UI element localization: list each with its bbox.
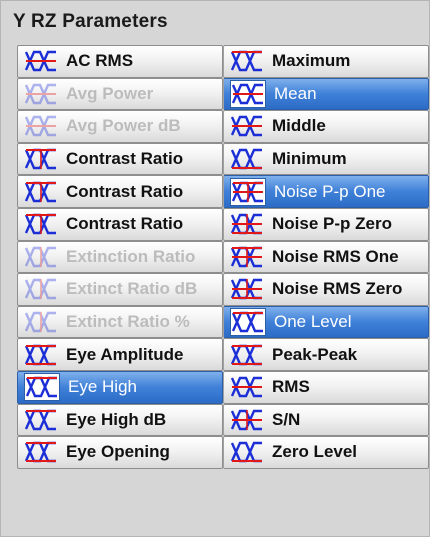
rms-icon — [230, 374, 264, 400]
parameter-button-middle[interactable]: Middle — [223, 110, 429, 143]
minimum-icon — [230, 146, 264, 172]
parameter-label: Eye Amplitude — [66, 344, 184, 364]
contrast-ratio-icon — [24, 146, 58, 172]
noise-rms-zero-icon — [230, 276, 264, 302]
panel-title: Y RZ Parameters — [13, 11, 168, 32]
extinct-ratio-db-icon — [24, 276, 58, 302]
parameter-button-maximum[interactable]: Maximum — [223, 45, 429, 78]
parameter-button-eye-high[interactable]: Eye High — [17, 370, 223, 404]
parameter-label: Zero Level — [272, 442, 358, 462]
contrast-ratio-icon — [24, 179, 58, 205]
avg-power-db-icon — [24, 113, 58, 139]
parameter-button-minimum[interactable]: Minimum — [223, 142, 429, 176]
parameter-button-extinct-ratio-db: Extinct Ratio dB — [17, 273, 223, 306]
parameter-label: Noise RMS Zero — [272, 279, 403, 299]
parameter-label: One Level — [274, 312, 352, 332]
parameter-button-eye-opening[interactable]: Eye Opening — [17, 436, 223, 469]
right-parameter-column: Maximum Mean Middle Minimum Noise P-p On… — [223, 45, 429, 469]
avg-power-icon — [24, 81, 58, 107]
parameter-button-contrast-ratio[interactable]: Contrast Ratio — [17, 142, 223, 176]
noise-pp-one-icon — [230, 177, 266, 206]
parameter-button-noise-rms-zero[interactable]: Noise RMS Zero — [223, 273, 429, 306]
parameter-label: RMS — [272, 377, 310, 397]
parameter-label: Middle — [272, 116, 326, 136]
parameter-button-mean[interactable]: Mean — [223, 77, 429, 111]
parameter-label: Eye High — [68, 377, 137, 397]
parameter-button-peak-peak[interactable]: Peak-Peak — [223, 338, 429, 371]
parameter-button-signal-to-noise[interactable]: S/N — [223, 403, 429, 437]
parameter-button-avg-power: Avg Power — [17, 77, 223, 111]
parameter-button-rms[interactable]: RMS — [223, 370, 429, 404]
parameter-button-extinct-ratio-percent: Extinct Ratio % — [17, 305, 223, 339]
parameter-button-eye-high-db[interactable]: Eye High dB — [17, 403, 223, 437]
parameter-label: Extinction Ratio — [66, 246, 196, 266]
parameter-label: Contrast Ratio — [66, 149, 184, 169]
parameter-button-extinction-ratio: Extinction Ratio — [17, 240, 223, 274]
zero-level-icon — [230, 439, 264, 465]
extinct-ratio-percent-icon — [24, 309, 58, 335]
parameter-button-eye-amplitude[interactable]: Eye Amplitude — [17, 338, 223, 371]
parameter-label: Eye Opening — [66, 442, 170, 462]
eye-high-icon — [24, 373, 60, 402]
eye-opening-icon — [24, 439, 58, 465]
noise-rms-one-icon — [230, 244, 264, 270]
parameter-button-contrast-ratio[interactable]: Contrast Ratio — [17, 207, 223, 241]
parameter-button-contrast-ratio[interactable]: Contrast Ratio — [17, 175, 223, 208]
parameter-label: Avg Power dB — [66, 116, 181, 136]
parameter-button-ac-rms[interactable]: AC RMS — [17, 45, 223, 78]
eye-amplitude-icon — [24, 342, 58, 368]
parameter-label: Eye High dB — [66, 409, 167, 429]
parameter-button-zero-level[interactable]: Zero Level — [223, 436, 429, 469]
parameter-label: Avg Power — [66, 83, 154, 103]
parameter-label: Extinct Ratio dB — [66, 279, 198, 299]
middle-icon — [230, 113, 264, 139]
y-rz-parameters-panel: Y RZ Parameters AC RMS Avg Power Avg Pow… — [0, 0, 430, 537]
parameter-label: Noise RMS One — [272, 246, 399, 266]
parameter-label: Mean — [274, 83, 317, 103]
parameter-label: Peak-Peak — [272, 344, 358, 364]
signal-to-noise-icon — [230, 407, 264, 433]
parameter-label: Extinct Ratio % — [66, 312, 190, 332]
parameter-label: Noise P-p Zero — [272, 214, 392, 234]
peak-peak-icon — [230, 342, 264, 368]
ac-rms-icon — [24, 48, 58, 74]
parameter-label: AC RMS — [66, 51, 134, 71]
parameter-button-one-level[interactable]: One Level — [223, 305, 429, 339]
one-level-icon — [230, 308, 266, 337]
maximum-icon — [230, 48, 264, 74]
extinction-ratio-icon — [24, 244, 58, 270]
parameter-label: Minimum — [272, 149, 347, 169]
parameter-button-noise-pp-zero[interactable]: Noise P-p Zero — [223, 207, 429, 241]
parameter-label: Noise P-p One — [274, 181, 386, 201]
parameter-button-avg-power-db: Avg Power dB — [17, 110, 223, 143]
parameter-label: S/N — [272, 409, 301, 429]
parameter-label: Contrast Ratio — [66, 181, 184, 201]
contrast-ratio-icon — [24, 211, 58, 237]
parameter-label: Contrast Ratio — [66, 214, 184, 234]
mean-icon — [230, 79, 266, 108]
parameter-button-noise-rms-one[interactable]: Noise RMS One — [223, 240, 429, 274]
eye-high-db-icon — [24, 407, 58, 433]
left-parameter-column: AC RMS Avg Power Avg Power dB Contrast R… — [17, 45, 223, 469]
parameter-button-noise-pp-one[interactable]: Noise P-p One — [223, 175, 429, 208]
noise-pp-zero-icon — [230, 211, 264, 237]
parameter-label: Maximum — [272, 51, 351, 71]
